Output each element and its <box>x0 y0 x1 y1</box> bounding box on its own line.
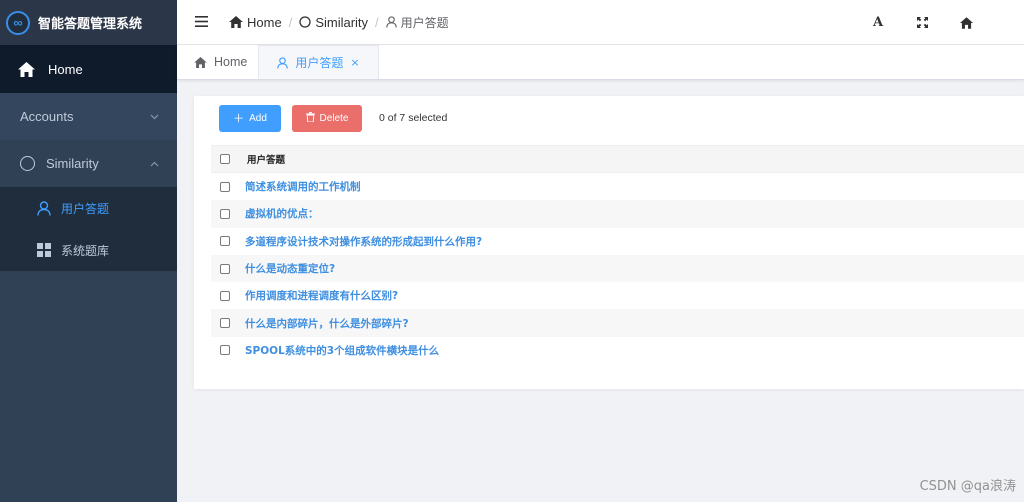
app-title: 智能答题管理系统 <box>38 17 143 32</box>
fullscreen-icon[interactable] <box>900 17 944 28</box>
row-checkbox[interactable] <box>220 318 230 329</box>
table-row: 虚拟机的优点： <box>211 200 1024 228</box>
hamburger-icon[interactable] <box>195 14 209 30</box>
sidebar-item-similarity[interactable]: Similarity <box>0 140 177 187</box>
sidebar-item-accounts[interactable]: Accounts <box>0 93 177 140</box>
brand: ∞ 智能答题管理系统 <box>0 0 177 45</box>
close-icon[interactable]: × <box>350 56 359 69</box>
table-row: 多道程序设计技术对操作系统的形成起到什么作用? <box>211 228 1024 255</box>
row-link[interactable]: SPOOL系统中的3个组成软件横块是什么 <box>245 343 439 358</box>
breadcrumb-label: 用户答题 <box>400 15 449 30</box>
breadcrumb-label: Home <box>247 14 282 30</box>
tag-home[interactable]: Home <box>183 45 258 79</box>
breadcrumb-current: 用户答题 <box>385 14 449 31</box>
tag-label: Home <box>214 55 248 69</box>
selection-count: 0 of 7 selected <box>379 112 448 124</box>
breadcrumb-separator: / <box>375 14 379 30</box>
toolbar: ＋ Add Delete 0 of 7 selected <box>194 96 1024 140</box>
row-link[interactable]: 什么是内部碎片，什么是外部碎片? <box>245 316 409 331</box>
sidebar: ∞ 智能答题管理系统 Home Accounts Similarity 用户答题 <box>0 0 177 502</box>
breadcrumb-similarity[interactable]: Similarity <box>299 15 368 30</box>
add-button-label: Add <box>249 112 267 124</box>
sidebar-item-user-answers[interactable]: 用户答题 <box>0 187 177 229</box>
answers-table: 用户答题 简述系统调用的工作机制 虚拟机的优点： 多道程序设计技术对操作系统的形… <box>211 145 1024 364</box>
breadcrumb-separator: / <box>288 14 293 30</box>
circle-icon <box>299 16 311 28</box>
table-header: 用户答题 <box>211 145 1024 173</box>
select-all-checkbox[interactable] <box>220 154 230 164</box>
table-row: SPOOL系统中的3个组成软件横块是什么 <box>211 337 1024 364</box>
logo-icon: ∞ <box>6 10 30 35</box>
chevron-up-icon <box>150 159 159 169</box>
delete-button-label: Delete <box>319 112 349 124</box>
user-icon <box>277 56 289 69</box>
table-row: 什么是动态重定位? <box>211 254 1024 283</box>
row-link[interactable]: 作用调度和进程调度有什么区别? <box>245 288 398 303</box>
row-link[interactable]: 简述系统调用的工作机制 <box>245 179 361 194</box>
user-icon <box>385 16 397 28</box>
home-icon <box>194 56 207 68</box>
similarity-submenu: 用户答题 系统题库 <box>0 187 177 271</box>
row-checkbox[interactable] <box>220 236 230 247</box>
column-header[interactable]: 用户答题 <box>247 152 285 166</box>
delete-button[interactable]: Delete <box>292 104 362 132</box>
sidebar-item-home[interactable]: Home <box>0 45 177 93</box>
sidebar-item-label: Home <box>48 61 83 77</box>
sidebar-item-label: Accounts <box>20 109 74 124</box>
row-link[interactable]: 虚拟机的优点： <box>245 206 319 221</box>
table-row: 什么是内部碎片，什么是外部碎片? <box>211 309 1024 337</box>
chevron-down-icon <box>150 112 159 122</box>
sidebar-item-label: 系统题库 <box>61 243 110 258</box>
row-checkbox[interactable] <box>220 290 230 301</box>
font-size-icon[interactable]: A <box>856 15 900 30</box>
content-card: ＋ Add Delete 0 of 7 selected 用户答题 简述系统调用… <box>194 96 1024 389</box>
sidebar-item-label: 用户答题 <box>61 201 110 216</box>
breadcrumb: Home / Similarity / 用户答题 <box>229 14 449 31</box>
grid-icon <box>37 243 51 257</box>
home-icon <box>18 60 36 78</box>
circle-icon <box>20 156 35 171</box>
tag-label: 用户答题 <box>295 56 344 70</box>
home-icon <box>229 16 243 28</box>
row-link[interactable]: 多道程序设计技术对操作系统的形成起到什么作用? <box>245 234 482 249</box>
trash-icon <box>305 111 315 125</box>
row-checkbox[interactable] <box>220 345 230 356</box>
table-row: 作用调度和进程调度有什么区别? <box>211 282 1024 309</box>
row-checkbox[interactable] <box>220 181 230 192</box>
user-icon <box>37 200 51 216</box>
tags-view: Home 用户答题 × <box>177 45 1024 80</box>
watermark: CSDN @qa浪涛 <box>919 479 1016 494</box>
navbar-actions: A <box>856 0 988 45</box>
plus-icon: ＋ <box>233 113 245 125</box>
breadcrumb-home[interactable]: Home <box>229 15 282 30</box>
table-row: 简述系统调用的工作机制 <box>211 173 1024 200</box>
row-link[interactable]: 什么是动态重定位? <box>245 261 335 276</box>
row-checkbox[interactable] <box>220 263 230 274</box>
sidebar-item-question-bank[interactable]: 系统题库 <box>0 229 177 271</box>
tag-user-answers[interactable]: 用户答题 × <box>258 45 379 79</box>
navbar: Home / Similarity / 用户答题 A <box>177 0 1024 45</box>
row-checkbox[interactable] <box>220 208 230 219</box>
breadcrumb-label: Similarity <box>315 14 369 30</box>
sidebar-item-label: Similarity <box>46 156 99 171</box>
home-icon[interactable] <box>944 16 988 29</box>
add-button[interactable]: ＋ Add <box>219 104 281 132</box>
